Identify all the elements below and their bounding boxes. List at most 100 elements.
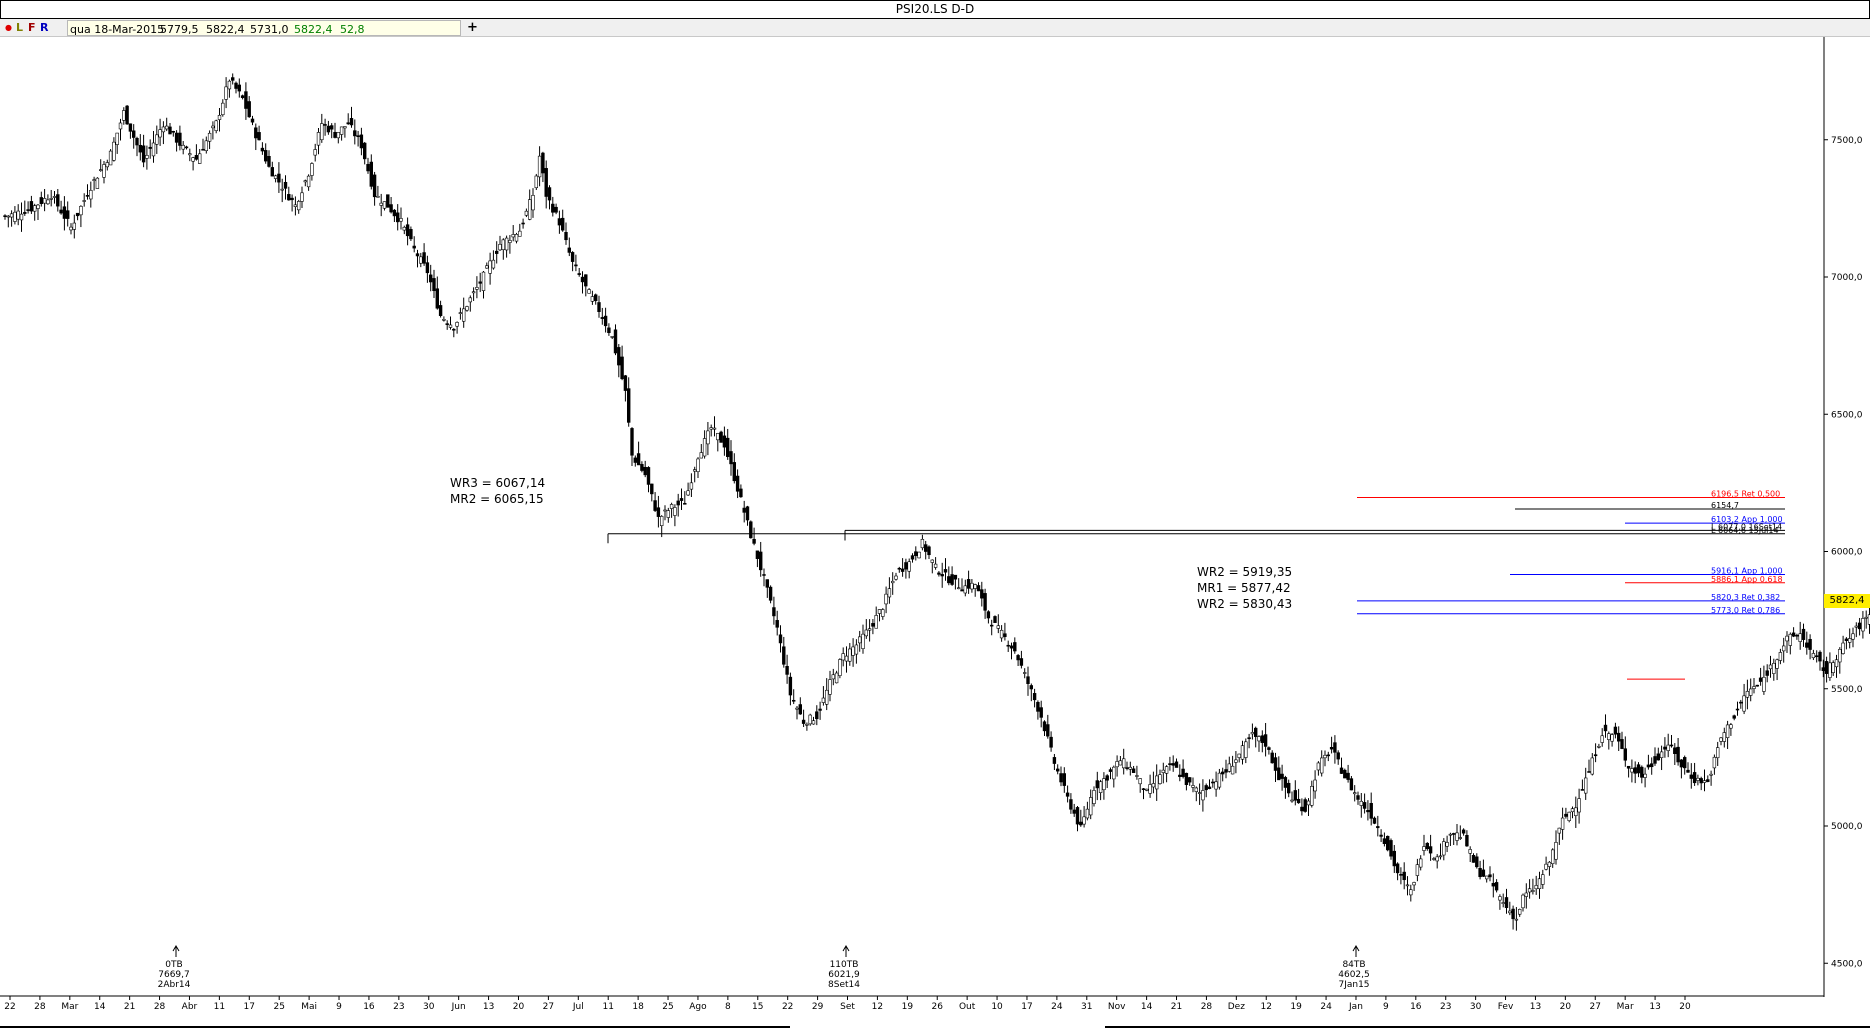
candle-down — [768, 586, 773, 601]
candle-up — [455, 322, 459, 327]
x-tick-label: Mar — [1617, 1002, 1634, 1012]
candle-down — [1795, 634, 1799, 637]
candle-up — [273, 175, 278, 179]
candle-down — [1636, 764, 1641, 774]
candle-down — [1003, 633, 1007, 637]
candle-down — [250, 118, 255, 123]
candle-up — [112, 141, 116, 161]
record-dot-icon[interactable]: ● — [5, 19, 12, 36]
candle-down — [267, 156, 271, 167]
candle-up — [306, 175, 311, 188]
candle-up — [1415, 864, 1420, 876]
candle-down — [560, 217, 565, 231]
candle-down — [1072, 809, 1076, 814]
candle-down — [897, 567, 902, 570]
candle-up — [204, 140, 208, 152]
candle-down — [1339, 767, 1344, 774]
candle-up — [155, 134, 159, 145]
candle-down — [1617, 732, 1621, 742]
candle-down — [1105, 775, 1109, 781]
candle-down — [584, 274, 588, 287]
candle-down — [231, 77, 235, 81]
candle-down — [521, 222, 525, 225]
pivot-annotation: WR2 = 5830,43 — [1197, 597, 1292, 611]
x-tick-label: 25 — [662, 1002, 673, 1012]
candle-down — [39, 197, 44, 204]
candle-up — [1409, 889, 1413, 896]
candle-down — [389, 204, 393, 213]
candle-up — [1696, 777, 1700, 781]
candle-down — [551, 203, 555, 213]
candle-down — [1821, 667, 1826, 671]
candle-up — [884, 593, 888, 605]
candle-down — [353, 130, 357, 137]
candle-down — [1676, 746, 1680, 763]
candle-down — [254, 127, 258, 139]
candle-up — [1567, 811, 1571, 821]
candle-down — [1732, 715, 1736, 719]
candle-down — [1758, 677, 1763, 682]
candle-up — [963, 585, 968, 594]
candle-down — [1465, 834, 1469, 847]
candle-down — [643, 466, 647, 476]
candle-up — [419, 256, 423, 264]
candle-up — [89, 190, 93, 200]
candle-down — [1815, 655, 1819, 658]
candle-down — [1336, 752, 1340, 760]
x-tick-label: 20 — [1560, 1002, 1572, 1012]
candle-down — [1511, 908, 1515, 920]
candle-up — [699, 452, 704, 459]
candle-down — [914, 551, 918, 557]
candle-down — [1706, 779, 1710, 782]
toolbar-button-f[interactable]: F — [28, 19, 36, 36]
candle-up — [105, 162, 110, 168]
candle-up — [1762, 676, 1766, 692]
candle-down — [1679, 759, 1684, 768]
candle-up — [1118, 760, 1123, 766]
x-tick-label: 15 — [752, 1002, 763, 1012]
candle-up — [1547, 861, 1552, 867]
add-panel-button[interactable]: + — [467, 19, 478, 36]
candle-up — [1584, 777, 1588, 794]
scrollbar-left[interactable] — [0, 1026, 790, 1028]
candle-down — [1280, 773, 1284, 779]
candle-down — [240, 95, 245, 98]
candle-up — [1438, 855, 1443, 858]
candle-up — [1468, 849, 1472, 854]
candle-down — [1640, 766, 1644, 778]
candle-down — [1402, 871, 1406, 881]
candle-up — [1554, 842, 1558, 860]
candle-down — [1791, 632, 1796, 637]
candle-down — [1184, 772, 1189, 785]
toolbar-button-r[interactable]: R — [40, 19, 48, 36]
candle-up — [1445, 842, 1449, 847]
candle-up — [1798, 633, 1802, 642]
scrollbar-right[interactable] — [1105, 1026, 1870, 1028]
candle-up — [468, 297, 472, 303]
toolbar-button-l[interactable]: L — [16, 19, 23, 36]
x-tick-label: 28 — [154, 1002, 166, 1012]
candle-down — [564, 232, 568, 241]
candle-up — [214, 120, 218, 131]
candle-up — [1290, 799, 1294, 802]
candle-up — [531, 195, 535, 211]
candle-down — [580, 276, 585, 283]
marker-label: 4602,5 — [1338, 970, 1370, 980]
level-label: 5820,3 Ret 0,382 — [1711, 593, 1780, 602]
level-label: 6196,5 Ret 0,500 — [1711, 490, 1780, 499]
candle-up — [1151, 783, 1156, 788]
x-tick-label: Jul — [572, 1002, 584, 1012]
candle-up — [1089, 797, 1093, 816]
candle-down — [772, 607, 776, 617]
candle-up — [1145, 788, 1149, 791]
candle-up — [49, 198, 53, 200]
candle-up — [1508, 910, 1512, 914]
candle-up — [79, 205, 83, 216]
candle-up — [857, 636, 862, 644]
candle-up — [1102, 778, 1106, 791]
y-tick-label: 7000,0 — [1831, 273, 1863, 283]
candle-down — [1333, 742, 1337, 753]
price-chart[interactable]: 4500,0 5000,0 5500,0 6000,0 6500,0 7000,0 7500… — [0, 37, 1870, 1026]
candle-up — [1864, 616, 1868, 619]
candle-up — [1772, 662, 1776, 674]
